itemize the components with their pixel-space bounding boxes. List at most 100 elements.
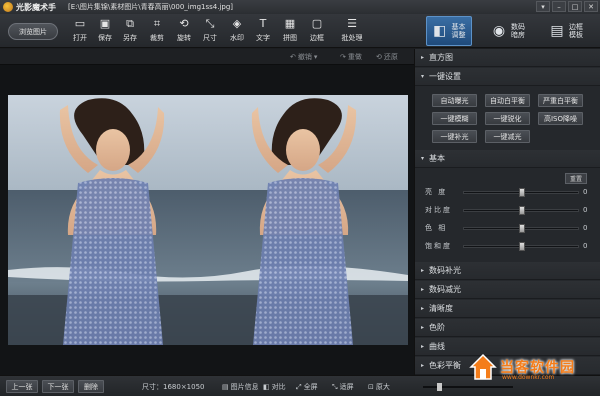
delete-button[interactable]: 删除: [78, 380, 104, 393]
open-button[interactable]: ▭ 打开: [69, 17, 91, 45]
resize-button[interactable]: ⤡ 尺寸: [199, 17, 221, 45]
zoom-slider-thumb[interactable]: [436, 383, 442, 391]
tab-frame-template[interactable]: ▤ 边框 模板: [544, 16, 590, 46]
chevron-right-icon: ▸: [421, 54, 425, 61]
section-levels[interactable]: ▸ 色阶: [415, 319, 600, 337]
saturation-slider[interactable]: [463, 241, 579, 251]
fullscreen-icon: ⤢: [296, 382, 302, 391]
save-button[interactable]: ▣ 保存: [94, 17, 116, 45]
section-histogram[interactable]: ▸ 直方图: [415, 49, 600, 67]
compare-icon: ◧: [263, 383, 270, 391]
slider-thumb[interactable]: [519, 205, 525, 215]
high-iso-denoise-button[interactable]: 高ISO降噪: [538, 112, 583, 125]
menu-dropdown-button[interactable]: ▾: [536, 1, 550, 12]
frame-button[interactable]: ▢ 边框: [306, 17, 328, 45]
info-icon: ▤: [222, 383, 229, 391]
original-size-icon: ⊡: [368, 383, 374, 391]
original-size-button[interactable]: ⊡ 原大: [368, 382, 390, 392]
template-icon: ▤: [550, 23, 564, 39]
chevron-down-icon: ▾: [313, 53, 318, 61]
crop-button[interactable]: ⌗ 裁剪: [146, 17, 168, 45]
batch-button[interactable]: ☰ 批处理: [338, 17, 366, 45]
redo-icon: ↷: [340, 53, 346, 61]
canvas-area[interactable]: ↶ 撤销 ▾ ↷ 重做 ⟲ 还原: [0, 49, 414, 375]
app-logo-icon: [3, 2, 13, 12]
slider-thumb[interactable]: [519, 223, 525, 233]
chevron-down-icon: ▾: [421, 155, 425, 162]
save-icon: ▣: [99, 17, 111, 30]
section-basic[interactable]: ▾ 基本: [415, 150, 600, 168]
fit-screen-icon: ⤡: [332, 382, 338, 391]
text-button[interactable]: T 文字: [252, 17, 274, 45]
frame-icon: ▢: [311, 17, 323, 30]
app-name: 光影魔术手: [16, 2, 56, 12]
one-click-blur-button[interactable]: 一键模糊: [432, 112, 477, 125]
section-digital-reduce-light[interactable]: ▸ 数码减光: [415, 281, 600, 299]
restore-button[interactable]: ⟲ 还原: [376, 52, 398, 62]
photo-image: [8, 95, 408, 345]
tab-digital-darkroom[interactable]: ◉ 数码 暗房: [486, 16, 532, 46]
collage-icon: ▦: [284, 17, 296, 30]
image-info-button[interactable]: ▤ 图片信息: [222, 382, 259, 392]
fit-screen-button[interactable]: ⤡ 适屏: [332, 382, 354, 392]
rotate-button[interactable]: ⟲ 旋转: [173, 17, 195, 45]
contrast-slider-row: 对比度 0: [425, 205, 588, 215]
site-watermark: 当客软件园 www.downkr.com: [468, 350, 600, 384]
auto-white-balance-button[interactable]: 自动白平衡: [485, 94, 530, 107]
contrast-slider[interactable]: [463, 205, 579, 215]
slider-thumb[interactable]: [519, 187, 525, 197]
collage-button[interactable]: ▦ 拼图: [279, 17, 301, 45]
one-click-reduce-light-button[interactable]: 一键减光: [485, 130, 530, 143]
basic-adjust-icon: ◧: [433, 23, 447, 39]
one-click-fill-light-button[interactable]: 一键补光: [432, 130, 477, 143]
photo-preview: [8, 95, 408, 345]
zoom-slider[interactable]: [423, 383, 513, 391]
rotate-icon: ⟲: [179, 17, 189, 30]
chevron-right-icon: ▸: [421, 362, 425, 369]
browse-images-button[interactable]: 浏览图片: [8, 23, 58, 40]
main-toolbar: 浏览图片 ▭ 打开 ▣ 保存 ⧉ 另存 ⌗ 裁剪 ⟲ 旋转 ⤡ 尺寸 ◈ 水印 …: [0, 14, 600, 48]
tab-basic-adjust[interactable]: ◧ 基本 调整: [426, 16, 472, 46]
section-digital-fill-light[interactable]: ▸ 数码补光: [415, 262, 600, 280]
section-one-click[interactable]: ▾ 一键设置: [415, 68, 600, 86]
slider-thumb[interactable]: [519, 241, 525, 251]
previous-image-button[interactable]: 上一张: [6, 380, 38, 393]
chevron-right-icon: ▸: [421, 267, 425, 274]
next-image-button[interactable]: 下一张: [42, 380, 74, 393]
chevron-down-icon: ▾: [421, 73, 425, 80]
reset-button[interactable]: 重置: [565, 173, 587, 184]
undo-icon: ↶: [290, 53, 296, 61]
house-logo-icon: [469, 353, 497, 380]
chevron-right-icon: ▸: [421, 343, 425, 350]
undo-button[interactable]: ↶ 撤销 ▾: [290, 52, 317, 62]
one-click-sharpen-button[interactable]: 一键锐化: [485, 112, 530, 125]
fullscreen-button[interactable]: ⤢ 全屏: [296, 382, 318, 392]
watermark-button[interactable]: ◈ 水印: [226, 17, 248, 45]
chevron-right-icon: ▸: [421, 324, 425, 331]
maximize-button[interactable]: □: [568, 1, 582, 12]
minimize-button[interactable]: –: [552, 1, 566, 12]
hue-slider[interactable]: [463, 223, 579, 233]
save-as-button[interactable]: ⧉ 另存: [119, 17, 141, 45]
auto-exposure-button[interactable]: 自动曝光: [432, 94, 477, 107]
section-clarity[interactable]: ▸ 清晰度: [415, 300, 600, 318]
image-size-label: 尺寸：1680×1050: [142, 383, 205, 391]
camera-icon: ◉: [492, 23, 506, 39]
close-button[interactable]: ✕: [584, 1, 598, 12]
redo-button[interactable]: ↷ 重做: [340, 52, 362, 62]
history-bar: ↶ 撤销 ▾ ↷ 重做 ⟲ 还原: [0, 49, 414, 65]
brightness-slider[interactable]: [463, 187, 579, 197]
save-as-icon: ⧉: [126, 16, 134, 30]
batch-icon: ☰: [347, 17, 357, 30]
compare-button[interactable]: ◧ 对比: [263, 382, 286, 392]
chevron-right-icon: ▸: [421, 305, 425, 312]
crop-icon: ⌗: [153, 16, 161, 30]
open-icon: ▭: [74, 17, 86, 30]
watermark-icon: ◈: [232, 17, 242, 30]
title-bar: 光影魔术手 [E:\图片集锦\素材图片\青春高丽\000_img1ss4.jpg…: [0, 0, 600, 14]
chevron-right-icon: ▸: [421, 286, 425, 293]
text-icon: T: [259, 17, 267, 30]
severe-white-balance-button[interactable]: 严重白平衡: [538, 94, 583, 107]
brightness-slider-row: 亮 度 0: [425, 187, 588, 197]
file-path: [E:\图片集锦\素材图片\青春高丽\000_img1ss4.jpg]: [68, 3, 234, 11]
